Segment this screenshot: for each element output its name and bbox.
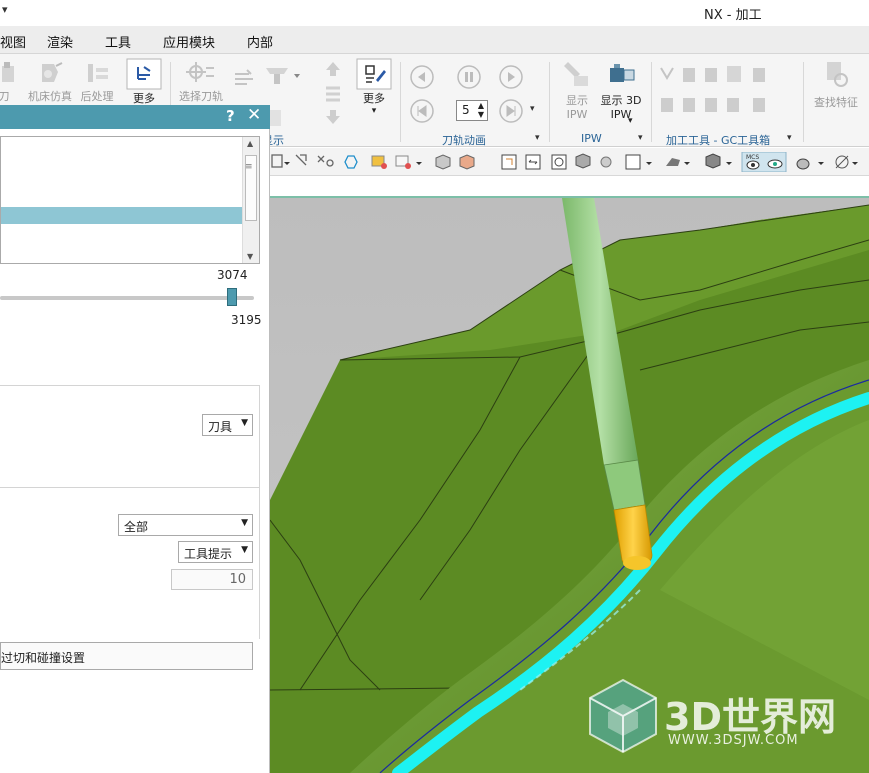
ribbon-show-ipw-button[interactable]: 显示 IPW [558,58,596,122]
ribbon-separator [400,62,401,142]
find-feature-icon [827,62,848,87]
help-button[interactable]: ? [226,107,235,125]
number-field[interactable]: 10 [171,569,253,590]
ribbon-separator [651,62,652,142]
animation-speed-value: 5 [462,103,470,117]
chevron-down-icon: ▼ [241,518,248,528]
filter-options-section: 全部 ▼ 工具提示 ▼ 10 [0,487,260,639]
ribbon-postprocess-button[interactable]: 后处理 [78,60,116,104]
svg-text:MCS: MCS [746,154,759,161]
scroll-down-icon[interactable]: ▼ [247,252,253,261]
window-title: NX - 加工 [704,8,762,23]
ribbon-select-toolpath-button[interactable]: 选择刀轨 [176,60,226,104]
toolpath-listbox[interactable]: ▲ ≡ ▼ [0,136,260,264]
chevron-down-icon: ▼ [241,545,248,555]
menu-bar: 视图 渲染 工具 应用模块 内部 [0,26,869,54]
animation-speed-spinner[interactable]: 5 ▲ ▼ [456,100,488,121]
gc-group-dropdown-icon[interactable]: ▾ [787,133,792,143]
scroll-grip-icon: ≡ [245,162,253,172]
dialog-header: ? ✕ [0,105,270,129]
ribbon-group-animation-label: 刀轨动画 [442,134,486,147]
menu-application[interactable]: 应用模块 [163,32,215,51]
rewind-icon[interactable] [409,64,435,90]
ribbon-more-button-1[interactable]: 更多 [124,58,164,106]
ribbon-group-ipw-label: IPW [581,132,602,145]
ribbon-separator [549,62,550,142]
show-ipw-icon [564,62,588,86]
quick-access-dropdown-icon[interactable]: ▾ [2,3,8,16]
ribbon-find-feature-button[interactable]: 查找特征 [810,58,862,110]
slider-current-value: 3074 [217,268,248,282]
more-dropdown-icon: ▾ [371,106,377,116]
display-mode-select[interactable]: 刀具 ▼ [202,414,253,436]
tooltip-select[interactable]: 工具提示 ▼ [178,541,253,563]
more-display-icon [356,58,392,90]
gc-toolbox-icons[interactable] [657,64,797,122]
postprocess-icon [88,64,108,82]
menu-view[interactable]: 视图 [0,32,26,51]
animation-group-dropdown-icon[interactable]: ▾ [535,133,540,143]
view-toolbar-icons[interactable]: MCS [270,152,869,172]
ribbon-group-gc-label: 加工工具 - GC工具箱 [666,134,771,147]
ipw-dropdown-icon: ▾ [628,116,633,126]
show-3d-ipw-icon [610,64,635,82]
listbox-selected-row[interactable] [1,207,243,224]
ipw-group-dropdown-icon[interactable]: ▾ [638,133,643,143]
scroll-up-icon[interactable]: ▲ [247,139,253,148]
animation-slider-track[interactable] [0,296,254,300]
toolpath-list-icon[interactable] [233,66,255,88]
pause-icon[interactable] [456,64,482,90]
select-toolpath-icon [186,62,214,82]
animation-slider-thumb[interactable] [227,288,237,306]
gouge-collision-settings-button[interactable]: 过切和碰撞设置 [0,642,253,670]
menu-internal[interactable]: 内部 [247,32,273,51]
slider-max-value: 3195 [231,313,262,327]
toolpath-icon [2,62,14,82]
title-bar: ▾ NX - 加工 [0,0,869,26]
step-forward-icon[interactable] [498,98,524,124]
close-button[interactable]: ✕ [247,105,261,125]
ribbon-more-button-2[interactable]: 更多 ▾ [352,58,396,116]
display-options-section: 刀具 ▼ [0,385,260,487]
play-icon[interactable] [498,64,524,90]
chevron-down-icon: ▼ [241,418,248,428]
listbox-scrollbar[interactable]: ▲ ≡ ▼ [242,137,259,263]
step-back-icon[interactable] [409,98,435,124]
step-arrows-icon[interactable] [322,58,344,128]
menu-render[interactable]: 渲染 [47,32,73,51]
menu-tools[interactable]: 工具 [105,32,131,51]
ribbon-show-3d-ipw-button[interactable]: 显示 3D IPW ▾ [598,58,644,126]
viewport-top-strip [270,176,869,198]
filter-select[interactable]: 全部 ▼ [118,514,253,536]
machine-simulation-icon [42,62,63,82]
watermark-url: WWW.3DSJW.COM [668,733,799,748]
ribbon-separator [803,62,804,142]
more-operations-icon [126,58,162,90]
graphics-viewport[interactable] [270,176,869,773]
toolpath-visualization-dialog: ? ✕ ▲ ≡ ▼ 3074 3195 刀具 ▼ 全部 ▼ 工具提示 ▼ 10 … [0,105,270,773]
watermark-logo-icon [589,678,657,754]
tool-display-icon[interactable] [264,64,300,88]
animation-dropdown-icon[interactable]: ▾ [530,104,535,114]
spinner-arrows-icon[interactable]: ▲ ▼ [478,101,484,119]
view-toolbar: MCS [270,148,869,176]
ribbon-machine-sim-button[interactable]: 机床仿真 [26,60,74,104]
